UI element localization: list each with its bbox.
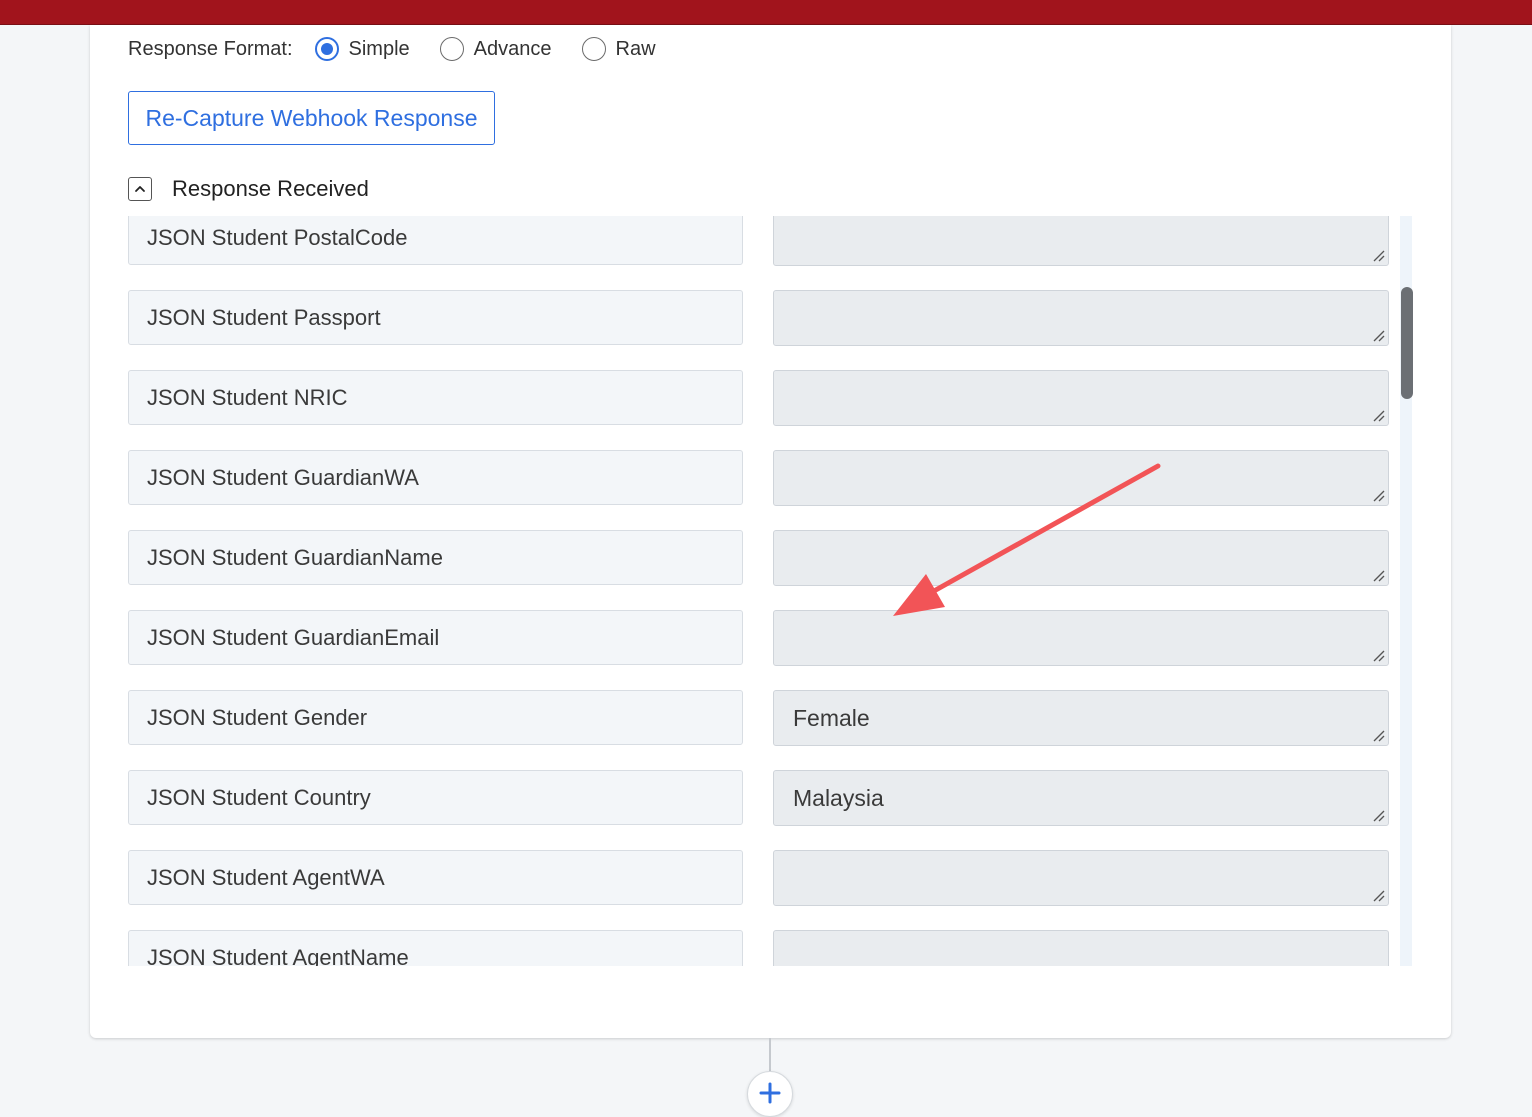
response-fields-list: JSON Student PostalCode JSON Student Pass…: [128, 216, 1413, 966]
recapture-webhook-button[interactable]: Re-Capture Webhook Response: [128, 91, 495, 145]
field-name-input[interactable]: JSON Student GuardianName: [128, 530, 743, 585]
response-format-label: Response Format:: [128, 37, 293, 60]
field-row: JSON Student Country Malaysia: [128, 770, 1390, 850]
resize-grip-icon[interactable]: [1372, 729, 1386, 743]
field-value-textarea[interactable]: [773, 450, 1389, 506]
field-name-input[interactable]: JSON Student Country: [128, 770, 743, 825]
field-value-textarea[interactable]: Malaysia: [773, 770, 1389, 826]
collapse-toggle-button[interactable]: [128, 177, 152, 201]
field-row: JSON Student Passport: [128, 290, 1390, 370]
resize-grip-icon[interactable]: [1372, 329, 1386, 343]
field-value-textarea[interactable]: [773, 216, 1389, 266]
resize-grip-icon[interactable]: [1372, 569, 1386, 583]
radio-simple-label: Simple: [348, 37, 410, 60]
field-value-textarea[interactable]: [773, 850, 1389, 906]
response-received-title: Response Received: [172, 176, 369, 201]
radio-advance-circle[interactable]: [439, 37, 464, 61]
resize-grip-icon[interactable]: [1372, 809, 1386, 823]
field-row: JSON Student AgentWA: [128, 850, 1390, 930]
field-name-input[interactable]: JSON Student NRIC: [128, 370, 743, 425]
field-value-textarea[interactable]: [773, 530, 1389, 586]
field-value-text: Female: [793, 704, 870, 731]
field-name-input[interactable]: JSON Student Passport: [128, 290, 743, 345]
field-name-input[interactable]: JSON Student GuardianWA: [128, 450, 743, 505]
add-step-button[interactable]: [747, 1071, 793, 1117]
radio-raw-label: Raw: [615, 37, 656, 60]
field-row: JSON Student GuardianEmail: [128, 610, 1390, 690]
field-value-textarea[interactable]: [773, 930, 1389, 966]
field-value-text: Malaysia: [793, 784, 884, 811]
resize-grip-icon[interactable]: [1372, 649, 1386, 663]
resize-grip-icon[interactable]: [1372, 489, 1386, 503]
field-value-textarea[interactable]: [773, 370, 1389, 426]
response-fields-container: JSON Student PostalCode JSON Student Pass…: [128, 216, 1390, 966]
field-value-textarea[interactable]: [773, 610, 1389, 666]
resize-grip-icon[interactable]: [1372, 409, 1386, 423]
response-received-header: Response Received: [128, 175, 369, 203]
radio-advance[interactable]: Advance: [439, 37, 552, 61]
flow-connector-line: [769, 1038, 771, 1072]
field-row: JSON Student GuardianWA: [128, 450, 1390, 530]
field-name-input[interactable]: JSON Student PostalCode: [128, 216, 743, 265]
radio-raw[interactable]: Raw: [581, 37, 656, 61]
field-row: JSON Student Gender Female: [128, 690, 1390, 770]
field-row: JSON Student NRIC: [128, 370, 1390, 450]
field-row: JSON Student GuardianName: [128, 530, 1390, 610]
scrollbar-thumb[interactable]: [1401, 287, 1413, 399]
field-name-input[interactable]: JSON Student GuardianEmail: [128, 610, 743, 665]
chevron-up-icon: [135, 186, 145, 192]
radio-advance-label: Advance: [473, 37, 552, 60]
radio-raw-circle[interactable]: [581, 37, 606, 61]
response-format-row: Response Format: Simple Advance Raw: [128, 35, 686, 63]
radio-simple-circle[interactable]: [314, 37, 339, 61]
field-value-textarea[interactable]: Female: [773, 690, 1389, 746]
field-name-input[interactable]: JSON Student Gender: [128, 690, 743, 745]
resize-grip-icon[interactable]: [1372, 249, 1386, 263]
resize-grip-icon[interactable]: [1372, 889, 1386, 903]
field-value-textarea[interactable]: [773, 290, 1389, 346]
field-row: JSON Student PostalCode: [128, 216, 1390, 290]
field-name-input[interactable]: JSON Student AgentName: [128, 930, 743, 966]
plus-icon: [759, 1082, 781, 1104]
field-name-input[interactable]: JSON Student AgentWA: [128, 850, 743, 905]
radio-simple[interactable]: Simple: [314, 37, 410, 61]
field-row: JSON Student AgentName: [128, 930, 1390, 966]
top-bar: [0, 0, 1532, 25]
